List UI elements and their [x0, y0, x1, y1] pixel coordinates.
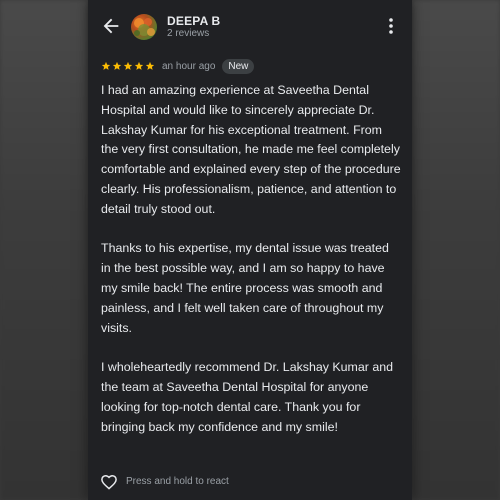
reviewer-name[interactable]: DEEPA B: [167, 14, 220, 28]
review-header: DEEPA B 2 reviews: [88, 0, 412, 54]
avatar[interactable]: [131, 14, 157, 40]
avatar-image: [134, 18, 155, 36]
back-button[interactable]: [100, 15, 122, 37]
review-paragraph-3: I wholeheartedly recommend Dr. Lakshay K…: [101, 360, 394, 434]
blurred-background-right: [412, 0, 500, 500]
review-paragraph-2: Thanks to his expertise, my dental issue…: [101, 241, 389, 335]
review-count: 2 reviews: [167, 28, 210, 39]
review-panel: DEEPA B 2 reviews an hour ago New I had …: [88, 0, 412, 500]
heart-outline-icon: [101, 474, 117, 490]
star-icon: [112, 61, 122, 70]
star-icon: [123, 61, 133, 70]
blurred-background-left: [0, 0, 88, 500]
more-vertical-icon: [389, 18, 393, 34]
review-text: I had an amazing experience at Saveetha …: [101, 81, 401, 457]
react-label: Press and hold to react: [126, 476, 229, 487]
star-icon: [101, 61, 111, 70]
new-badge: New: [222, 58, 255, 74]
arrow-left-icon: [103, 18, 119, 34]
review-meta: an hour ago New: [101, 58, 255, 74]
review-time: an hour ago: [162, 60, 216, 72]
star-rating: [101, 61, 155, 71]
star-icon: [145, 61, 155, 70]
review-paragraph-1: I had an amazing experience at Saveetha …: [101, 83, 401, 216]
react-button[interactable]: Press and hold to react: [100, 473, 229, 490]
star-icon: [134, 61, 144, 70]
more-options-button[interactable]: [388, 17, 394, 35]
